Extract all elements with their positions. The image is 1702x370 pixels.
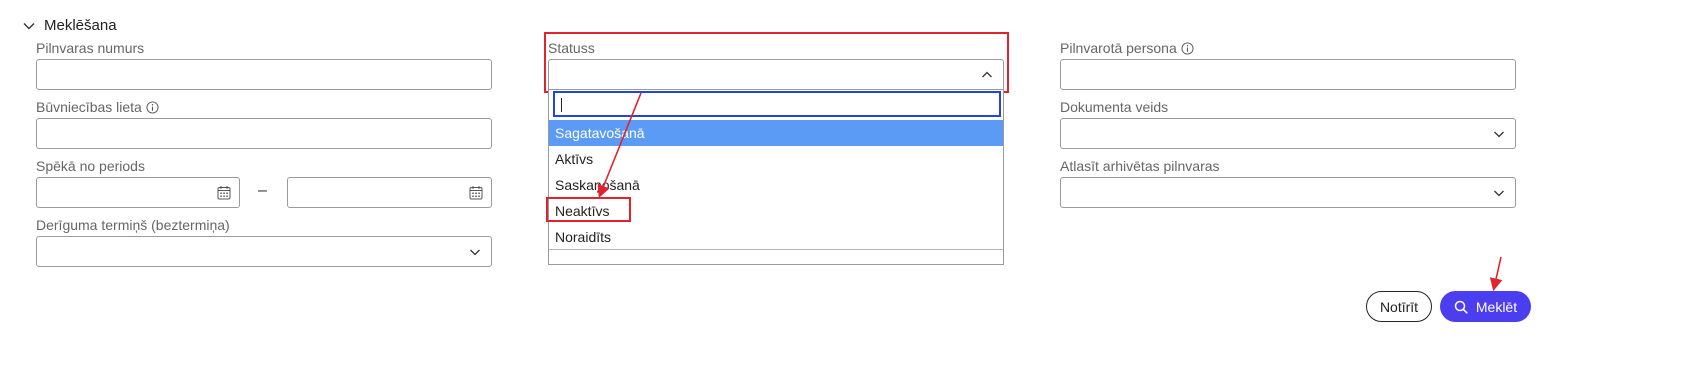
text-cursor	[561, 98, 562, 112]
info-icon[interactable]	[146, 100, 159, 114]
statuss-dropdown-panel: Sagatavošanā Aktīvs Saskaņošanā Neaktīvs…	[548, 90, 1004, 265]
pilnvarota-persona-label: Pilnvarotā persona	[1060, 40, 1194, 56]
pilnvaras-numurs-label: Pilnvaras numurs	[36, 40, 145, 56]
statuss-search-input[interactable]	[553, 91, 1001, 117]
chevron-down-icon	[1494, 190, 1504, 197]
date-range-separator: –	[258, 182, 267, 199]
arhivetas-label: Atlasīt arhivētas pilnvaras	[1060, 158, 1220, 174]
status-option-noraidits[interactable]: Noraidīts	[549, 224, 1003, 250]
buvniecibas-lieta-input[interactable]	[36, 118, 492, 149]
calendar-icon[interactable]	[469, 185, 483, 200]
search-icon	[1454, 300, 1468, 314]
section-header-meklesana[interactable]: Meklēšana	[22, 17, 117, 34]
deriguma-termins-select[interactable]	[36, 236, 492, 267]
annotation-arrow-to-search	[1489, 256, 1503, 292]
chevron-down-icon	[1494, 131, 1504, 138]
dokumenta-veids-select[interactable]	[1060, 118, 1516, 149]
info-icon[interactable]	[1181, 41, 1194, 55]
dropdown-divider	[549, 249, 1003, 250]
speka-no-from-date[interactable]	[36, 177, 240, 208]
status-option-saskanosana[interactable]: Saskaņošanā	[549, 172, 1003, 198]
speka-no-to-date[interactable]	[287, 177, 492, 208]
clear-button[interactable]: Notīrīt	[1366, 291, 1432, 322]
pilnvarota-persona-input[interactable]	[1060, 59, 1516, 90]
pilnvaras-numurs-input[interactable]	[36, 59, 492, 90]
dokumenta-veids-label: Dokumenta veids	[1060, 99, 1169, 115]
arhivetas-select[interactable]	[1060, 177, 1516, 208]
chevron-down-icon	[23, 22, 35, 29]
speka-no-label: Spēkā no periods	[36, 158, 145, 174]
neaktivs-annotation-box	[546, 197, 631, 222]
deriguma-termins-label: Derīguma termiņš (beztermiņa)	[36, 217, 230, 233]
calendar-icon[interactable]	[217, 185, 231, 200]
status-option-aktivs[interactable]: Aktīvs	[549, 146, 1003, 172]
search-button[interactable]: Meklēt	[1440, 291, 1531, 322]
status-option-sagatavosana[interactable]: Sagatavošanā	[549, 120, 1003, 146]
statuss-annotation-box	[544, 32, 1009, 93]
chevron-down-icon	[470, 249, 480, 256]
section-title: Meklēšana	[44, 17, 117, 34]
buvniecibas-lieta-label: Būvniecības lieta	[36, 99, 159, 115]
